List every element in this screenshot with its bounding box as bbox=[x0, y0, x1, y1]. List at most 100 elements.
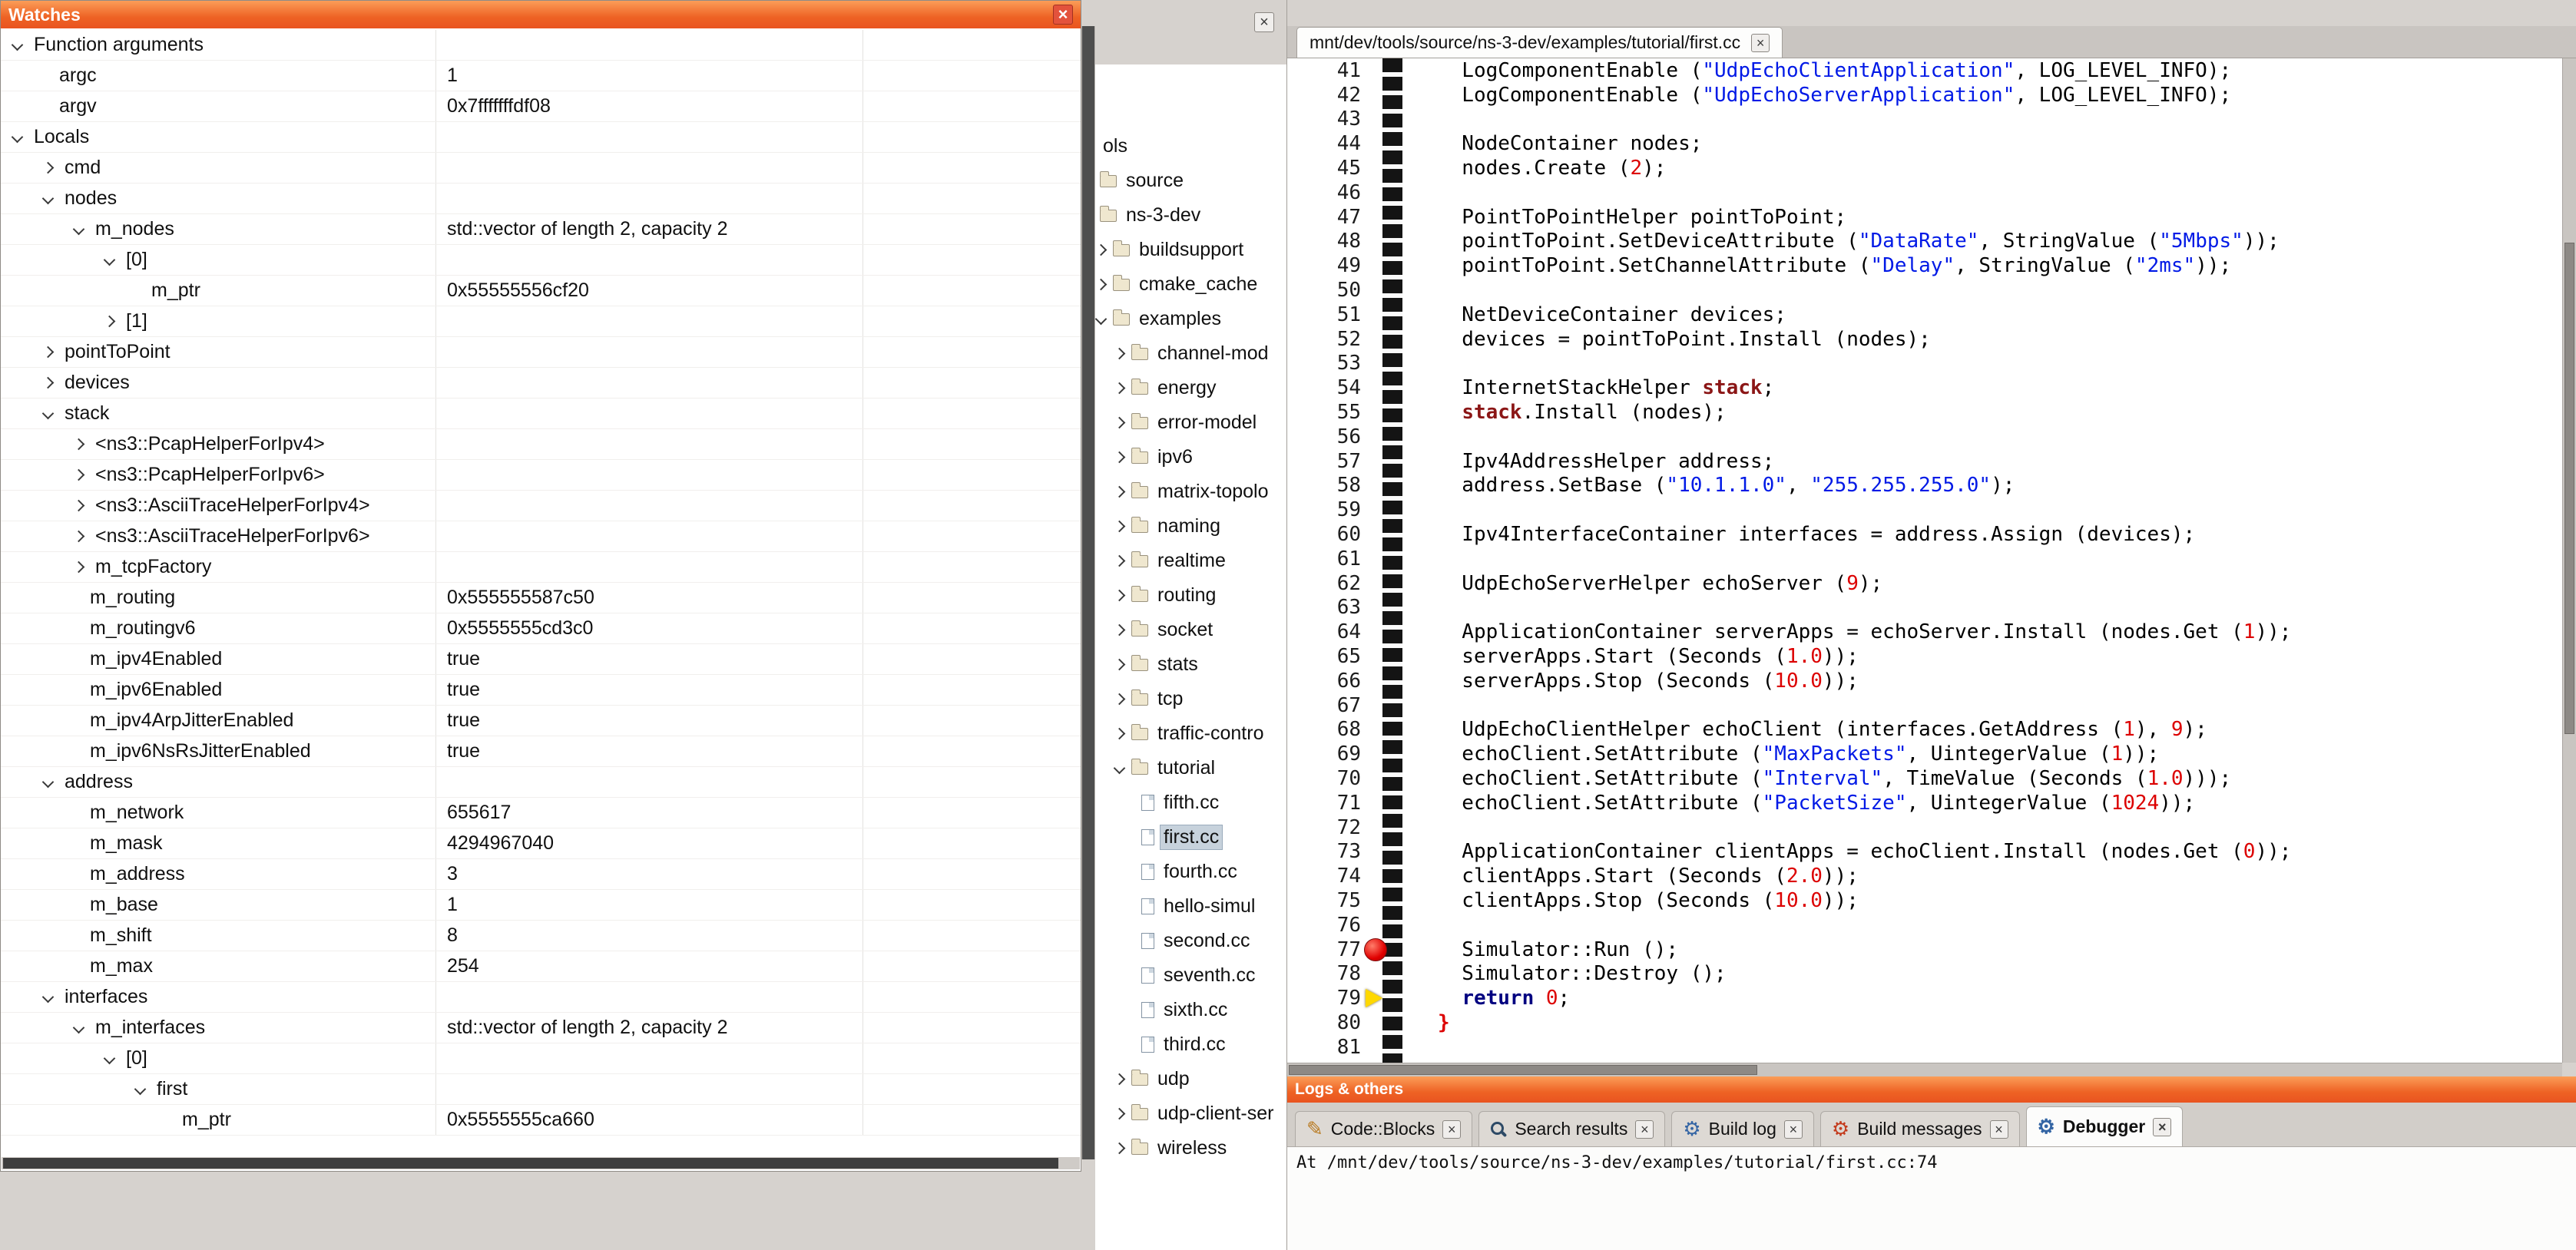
code-line[interactable]: 60 Ipv4InterfaceContainer interfaces = a… bbox=[1287, 522, 2562, 547]
code-line[interactable]: 74 clientApps.Start (Seconds (2.0)); bbox=[1287, 864, 2562, 888]
tree-item[interactable]: examples bbox=[1095, 302, 1286, 336]
code-line[interactable]: 81 bbox=[1287, 1035, 2562, 1060]
code-line[interactable]: 79 return 0; bbox=[1287, 986, 2562, 1010]
tree-item[interactable]: hello-simul bbox=[1095, 889, 1286, 924]
code-text[interactable]: nodes.Create (2); bbox=[1438, 157, 1666, 180]
code-text[interactable]: Ipv4AddressHelper address; bbox=[1438, 450, 1774, 473]
code-line[interactable]: 45 nodes.Create (2); bbox=[1287, 156, 2562, 180]
code-line[interactable]: 71 echoClient.SetAttribute ("PacketSize"… bbox=[1287, 791, 2562, 815]
chevron-right-icon[interactable] bbox=[1114, 590, 1126, 602]
chevron-right-icon[interactable] bbox=[104, 316, 116, 328]
watch-row[interactable]: <ns3::AsciiTraceHelperForIpv6> bbox=[1, 521, 1081, 552]
watch-row[interactable]: m_ipv4Enabledtrue bbox=[1, 644, 1081, 675]
chevron-right-icon[interactable] bbox=[42, 162, 55, 174]
code-text[interactable]: Simulator::Destroy (); bbox=[1438, 962, 1727, 985]
code-line[interactable]: 47 PointToPointHelper pointToPoint; bbox=[1287, 205, 2562, 230]
tree-item[interactable]: cmake_cache bbox=[1095, 267, 1286, 302]
code-line[interactable]: 75 clientApps.Stop (Seconds (10.0)); bbox=[1287, 888, 2562, 913]
breakpoint-icon[interactable] bbox=[1364, 938, 1387, 961]
watch-row[interactable]: m_network655617 bbox=[1, 798, 1081, 828]
watch-row[interactable]: m_shift8 bbox=[1, 921, 1081, 951]
code-text[interactable]: return 0; bbox=[1438, 987, 1570, 1010]
watch-row[interactable]: devices bbox=[1, 368, 1081, 398]
watch-row[interactable]: m_interfacesstd::vector of length 2, cap… bbox=[1, 1013, 1081, 1043]
code-text[interactable]: serverApps.Stop (Seconds (10.0)); bbox=[1438, 670, 1859, 693]
watch-row[interactable]: m_routingv60x5555555cd3c0 bbox=[1, 613, 1081, 644]
code-text[interactable]: LogComponentEnable ("UdpEchoClientApplic… bbox=[1438, 59, 2231, 82]
watch-row[interactable]: address bbox=[1, 767, 1081, 798]
code-line[interactable]: 42 LogComponentEnable ("UdpEchoServerApp… bbox=[1287, 83, 2562, 107]
tree-item[interactable]: routing bbox=[1095, 578, 1286, 613]
chevron-right-icon[interactable] bbox=[1114, 451, 1126, 464]
tree-item[interactable]: second.cc bbox=[1095, 924, 1286, 958]
code-text[interactable]: UdpEchoServerHelper echoServer (9); bbox=[1438, 572, 1882, 595]
code-line[interactable]: 50 bbox=[1287, 278, 2562, 303]
code-line[interactable]: 51 NetDeviceContainer devices; bbox=[1287, 303, 2562, 327]
code-line[interactable]: 62 UdpEchoServerHelper echoServer (9); bbox=[1287, 571, 2562, 596]
tree-item[interactable]: socket bbox=[1095, 613, 1286, 647]
chevron-down-icon[interactable] bbox=[104, 254, 116, 266]
watch-row[interactable]: m_mask4294967040 bbox=[1, 828, 1081, 859]
scrollbar-thumb[interactable] bbox=[2564, 243, 2574, 734]
tree-item[interactable]: first.cc bbox=[1095, 820, 1286, 855]
scrollbar-thumb[interactable] bbox=[1289, 1065, 1757, 1075]
code-text[interactable]: pointToPoint.SetChannelAttribute ("Delay… bbox=[1438, 254, 2231, 277]
code-text[interactable]: LogComponentEnable ("UdpEchoServerApplic… bbox=[1438, 84, 2231, 107]
tree-item[interactable]: energy bbox=[1095, 371, 1286, 405]
watch-row[interactable]: nodes bbox=[1, 184, 1081, 214]
code-line[interactable]: 43 bbox=[1287, 107, 2562, 132]
chevron-right-icon[interactable] bbox=[1114, 382, 1126, 395]
watches-vertical-scrollbar[interactable] bbox=[1081, 26, 1095, 1159]
watch-row[interactable]: m_base1 bbox=[1, 890, 1081, 921]
code-line[interactable]: 46 bbox=[1287, 180, 2562, 205]
tree-item[interactable]: tutorial bbox=[1095, 751, 1286, 785]
watch-row[interactable]: argc1 bbox=[1, 61, 1081, 91]
code-line[interactable]: 64 ApplicationContainer serverApps = ech… bbox=[1287, 620, 2562, 644]
code-text[interactable]: pointToPoint.SetDeviceAttribute ("DataRa… bbox=[1438, 230, 2280, 253]
chevron-right-icon[interactable] bbox=[1095, 244, 1107, 256]
code-text[interactable]: ApplicationContainer serverApps = echoSe… bbox=[1438, 620, 2291, 643]
close-icon[interactable]: × bbox=[1254, 12, 1274, 32]
tree-item[interactable]: naming bbox=[1095, 509, 1286, 544]
close-icon[interactable]: × bbox=[1053, 5, 1073, 25]
watches-horizontal-scrollbar[interactable] bbox=[2, 1157, 1080, 1169]
chevron-right-icon[interactable] bbox=[1095, 279, 1107, 291]
chevron-right-icon[interactable] bbox=[1114, 521, 1126, 533]
scrollbar-thumb[interactable] bbox=[1082, 26, 1094, 1159]
chevron-down-icon[interactable] bbox=[104, 1053, 116, 1065]
code-line[interactable]: 53 bbox=[1287, 352, 2562, 376]
tree-item[interactable]: ols bbox=[1095, 129, 1286, 164]
editor-tab[interactable]: mnt/dev/tools/source/ns-3-dev/examples/t… bbox=[1296, 27, 1783, 58]
code-line[interactable]: 58 address.SetBase ("10.1.1.0", "255.255… bbox=[1287, 474, 2562, 498]
code-text[interactable]: devices = pointToPoint.Install (nodes); bbox=[1438, 328, 1931, 351]
code-line[interactable]: 57 Ipv4AddressHelper address; bbox=[1287, 449, 2562, 474]
watch-row[interactable]: m_tcpFactory bbox=[1, 552, 1081, 583]
tree-item[interactable]: third.cc bbox=[1095, 1027, 1286, 1062]
tree-item[interactable]: channel-mod bbox=[1095, 336, 1286, 371]
tree-item[interactable]: buildsupport bbox=[1095, 233, 1286, 267]
code-line[interactable]: 67 bbox=[1287, 693, 2562, 718]
chevron-right-icon[interactable] bbox=[1114, 1143, 1126, 1155]
logs-tab-debugger[interactable]: ⚙Debugger× bbox=[2026, 1106, 2184, 1146]
code-line[interactable]: 63 bbox=[1287, 596, 2562, 620]
watch-row[interactable]: [0] bbox=[1, 245, 1081, 276]
logs-tab-build-log[interactable]: ⚙Build log× bbox=[1671, 1111, 1814, 1146]
code-line[interactable]: 76 bbox=[1287, 913, 2562, 938]
tree-item[interactable]: error-model bbox=[1095, 405, 1286, 440]
code-text[interactable]: ApplicationContainer clientApps = echoCl… bbox=[1438, 840, 2291, 863]
tree-item[interactable]: source bbox=[1095, 164, 1286, 198]
chevron-right-icon[interactable] bbox=[1114, 693, 1126, 706]
code-line[interactable]: 49 pointToPoint.SetChannelAttribute ("De… bbox=[1287, 253, 2562, 278]
chevron-down-icon[interactable] bbox=[42, 408, 55, 420]
code-line[interactable]: 66 serverApps.Stop (Seconds (10.0)); bbox=[1287, 669, 2562, 693]
scrollbar-thumb[interactable] bbox=[3, 1158, 1058, 1169]
logs-tab-code-blocks[interactable]: ✎Code::Blocks× bbox=[1295, 1111, 1472, 1146]
watch-row[interactable]: [0] bbox=[1, 1043, 1081, 1074]
watch-row[interactable]: m_ipv6Enabledtrue bbox=[1, 675, 1081, 706]
tree-item[interactable]: sixth.cc bbox=[1095, 993, 1286, 1027]
logs-tab-search-results[interactable]: Search results× bbox=[1478, 1111, 1665, 1146]
chevron-right-icon[interactable] bbox=[42, 377, 55, 389]
watch-row[interactable]: m_routing0x555555587c50 bbox=[1, 583, 1081, 613]
close-icon[interactable]: × bbox=[1784, 1120, 1803, 1139]
watch-row[interactable]: stack bbox=[1, 398, 1081, 429]
